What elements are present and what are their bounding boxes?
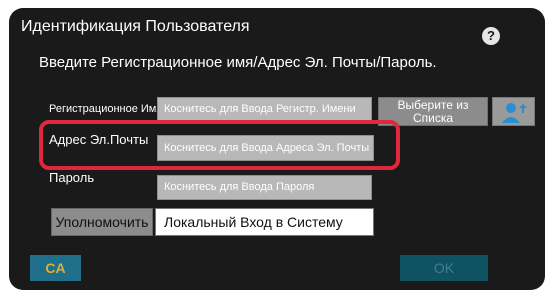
dialog-title: Идентификация Пользователя	[21, 18, 250, 35]
email-label: Адрес Эл.Почты	[49, 132, 149, 147]
help-icon[interactable]: ?	[482, 27, 500, 45]
login-method-select[interactable]: Локальный Вход в Систему	[155, 208, 374, 236]
user-authentication-dialog: Идентификация Пользователя ? Введите Рег…	[9, 8, 545, 290]
ok-button[interactable]: OK	[400, 255, 488, 281]
instruction-text: Введите Регистрационное имя/Адрес Эл. По…	[39, 54, 437, 71]
authorize-button[interactable]: Уполномочить	[51, 208, 153, 236]
email-input[interactable]: Коснитесь для Ввода Адреса Эл. Почты	[157, 135, 374, 161]
password-label: Пароль	[49, 170, 95, 185]
login-name-label: Регистрационное Имя	[49, 103, 163, 115]
user-add-button[interactable]	[492, 97, 535, 126]
password-input[interactable]: Коснитесь для Ввода Пароля	[157, 175, 372, 200]
user-add-icon	[502, 103, 527, 123]
clear-all-button[interactable]: CA	[30, 255, 81, 281]
login-name-input[interactable]: Коснитесь для Ввода Регистр. Имени	[157, 97, 372, 122]
